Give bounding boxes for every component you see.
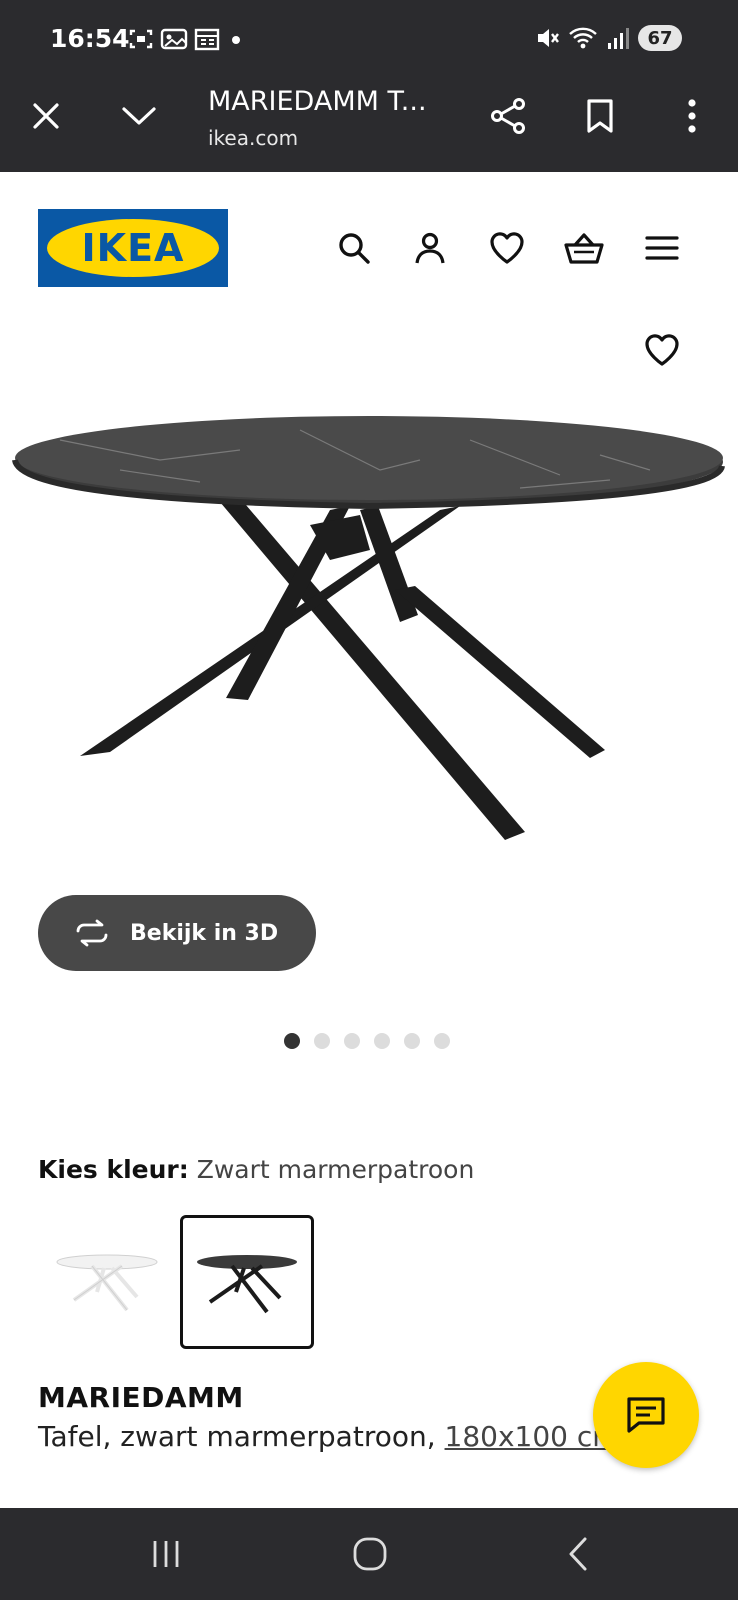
- status-icons-left: [128, 27, 246, 51]
- color-value: Zwart marmerpatroon: [196, 1155, 475, 1184]
- product-image[interactable]: [0, 400, 738, 870]
- white-table-thumbnail: [56, 1254, 158, 1312]
- screenshot-icon: [129, 29, 153, 49]
- home-icon: [353, 1537, 387, 1571]
- basket-button[interactable]: [562, 226, 606, 270]
- recent-apps-button[interactable]: [142, 1530, 190, 1578]
- dot-icon: [232, 36, 240, 44]
- collapse-button[interactable]: [115, 92, 163, 140]
- wifi-icon: [569, 27, 597, 49]
- product-description-text: Tafel, zwart marmerpatroon,: [38, 1420, 445, 1453]
- page-host[interactable]: ikea.com: [208, 126, 298, 150]
- table-top: [12, 416, 725, 510]
- ikea-logo[interactable]: IKEA: [38, 209, 228, 287]
- bookmark-button[interactable]: [576, 92, 624, 140]
- carousel-dot[interactable]: [374, 1033, 390, 1049]
- color-selector-heading: Kies kleur: Zwart marmerpatroon: [38, 1155, 474, 1184]
- rotate-3d-icon: [76, 919, 108, 947]
- heart-icon: [645, 334, 679, 366]
- add-to-favourites-button[interactable]: [640, 328, 684, 372]
- calendar-icon: [194, 28, 220, 51]
- recents-icon: [153, 1541, 179, 1567]
- logo-oval: IKEA: [47, 219, 219, 277]
- chat-icon: [627, 1397, 665, 1433]
- view-in-3d-label: Bekijk in 3D: [130, 920, 279, 946]
- bookmark-icon: [587, 99, 613, 133]
- basket-icon: [564, 233, 604, 264]
- share-button[interactable]: [484, 92, 532, 140]
- signal-icon: [608, 28, 629, 49]
- status-icons-right: 67: [534, 25, 682, 51]
- close-tab-button[interactable]: [22, 92, 70, 140]
- search-icon: [339, 233, 370, 264]
- mute-icon: [538, 29, 559, 47]
- menu-icon: [645, 236, 679, 260]
- image-carousel-dots: [284, 1033, 450, 1049]
- account-icon: [415, 232, 445, 264]
- gallery-icon: [160, 28, 188, 50]
- system-navigation-bar: [0, 1508, 738, 1600]
- home-button[interactable]: [346, 1530, 394, 1578]
- more-options-button[interactable]: [668, 92, 716, 140]
- carousel-dot[interactable]: [434, 1033, 450, 1049]
- carousel-dot[interactable]: [284, 1033, 300, 1049]
- wishlist-button[interactable]: [485, 226, 529, 270]
- share-icon: [491, 98, 525, 134]
- close-icon: [33, 103, 59, 129]
- color-label: Kies kleur:: [38, 1155, 189, 1184]
- color-swatch-white[interactable]: [40, 1215, 174, 1349]
- page-title[interactable]: MARIEDAMM T...: [208, 86, 427, 117]
- carousel-dot[interactable]: [404, 1033, 420, 1049]
- product-name: MARIEDAMM: [38, 1381, 244, 1414]
- status-time: 16:54: [50, 24, 130, 53]
- back-icon: [569, 1537, 587, 1571]
- back-button[interactable]: [554, 1530, 602, 1578]
- table-legs: [80, 498, 605, 840]
- carousel-dot[interactable]: [344, 1033, 360, 1049]
- more-vertical-icon: [688, 99, 696, 133]
- product-description: Tafel, zwart marmerpatroon, 180x100 cm: [38, 1420, 620, 1453]
- account-button[interactable]: [408, 226, 452, 270]
- menu-button[interactable]: [640, 226, 684, 270]
- view-in-3d-button[interactable]: Bekijk in 3D: [38, 895, 316, 971]
- color-swatch-black[interactable]: [180, 1215, 314, 1349]
- black-table-thumbnail: [197, 1255, 297, 1314]
- heart-icon: [490, 232, 524, 264]
- search-button[interactable]: [332, 226, 376, 270]
- chevron-down-icon: [122, 107, 156, 125]
- chat-button[interactable]: [593, 1362, 699, 1468]
- browser-chrome: 16:54 67 MARIEDAMM T... ikea.com: [0, 0, 738, 172]
- carousel-dot[interactable]: [314, 1033, 330, 1049]
- battery-indicator: 67: [638, 25, 682, 51]
- logo-text: IKEA: [81, 226, 185, 270]
